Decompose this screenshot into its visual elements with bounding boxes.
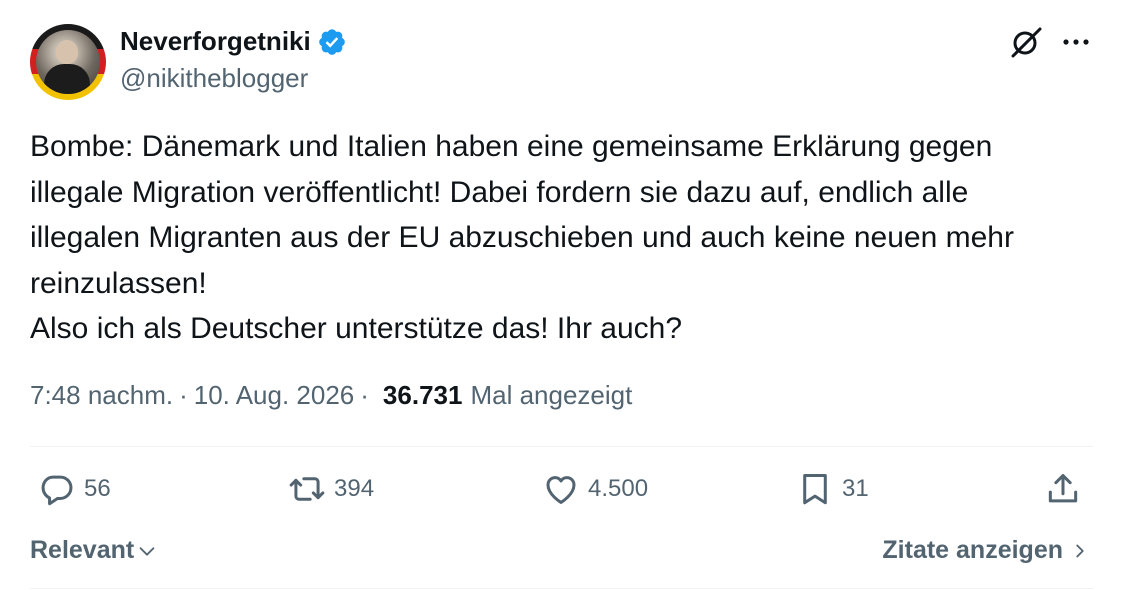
meta-separator: · [360,380,369,410]
repost-button[interactable]: 394 [288,470,374,508]
divider [30,446,1093,447]
action-bar: 56 394 4.500 31 [30,470,1093,516]
views-count: 36.731 [382,380,463,410]
like-count: 4.500 [588,475,649,502]
reply-icon [41,475,73,506]
avatar-body [44,64,90,94]
share-button[interactable] [1044,470,1082,508]
views-label: Mal angezeigt [470,380,633,410]
like-button[interactable]: 4.500 [542,470,648,508]
reply-count: 56 [84,475,111,502]
verified-badge-icon [318,28,345,55]
avatar-head [56,40,78,64]
tweet-time[interactable]: 7:48 nachm. [30,380,173,411]
tweet-date[interactable]: 10. Aug. 2026 [194,380,354,411]
repost-icon [289,477,325,501]
author-name-row: Neverforgetniki [120,26,347,57]
avatar-photo [36,30,100,94]
grok-icon[interactable] [1006,22,1046,62]
share-icon [1048,474,1078,503]
chevron-right-icon [1076,544,1084,557]
sort-label: Relevant [30,536,135,564]
divider [30,588,1093,589]
bookmark-count: 31 [842,475,869,502]
sort-relevant-button[interactable]: Relevant [30,536,158,565]
avatar[interactable] [30,24,106,100]
more-icon[interactable] [1058,28,1094,56]
repost-count: 394 [334,475,375,502]
show-quotes-link[interactable]: Zitate anzeigen [882,536,1089,565]
like-icon [546,476,576,504]
bookmark-icon [803,474,827,505]
author-handle[interactable]: @nikitheblogger [120,63,308,94]
reply-button[interactable]: 56 [38,470,111,508]
meta-separator: · [179,380,188,410]
tweet-text: Bombe: Dänemark und Italien haben eine g… [30,130,1014,345]
tweet-meta: 7:48 nachm. · 10. Aug. 2026 · 36.731 Mal… [30,380,632,411]
quotes-label: Zitate anzeigen [882,536,1063,564]
chevron-down-icon [139,546,155,556]
author-display-name[interactable]: Neverforgetniki [120,26,311,57]
bookmark-button[interactable]: 31 [796,470,869,508]
